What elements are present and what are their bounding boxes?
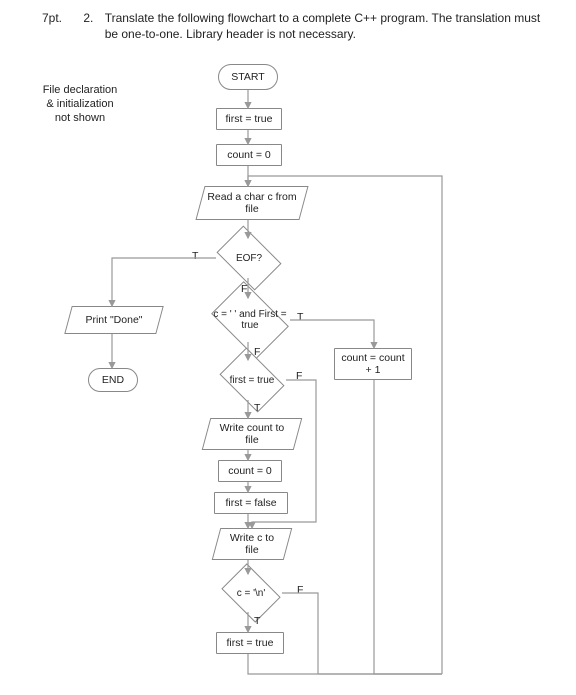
first-false-label: first = false [225, 497, 276, 509]
print-done-io: Print "Done" [68, 306, 160, 334]
first-true-decision: first = true [216, 358, 288, 402]
question-text: 7pt. 2. Translate the following flowchar… [42, 10, 546, 42]
eof-true-label: T [192, 250, 198, 262]
count-reset: count = 0 [218, 460, 282, 482]
read-char-io: Read a char c from file [200, 186, 304, 220]
write-c-io: Write c to file [216, 528, 288, 560]
print-done-label: Print "Done" [75, 314, 153, 326]
space-first-decision: c = ' ' and First = true [208, 296, 292, 344]
note-line2: & initialization [46, 98, 113, 110]
write-c-label: Write c to file [223, 532, 281, 556]
newline-decision: c = '\n' [218, 572, 284, 614]
first-true-set: first = true [216, 632, 284, 654]
write-count-io: Write count to file [206, 418, 298, 450]
end-terminator: END [88, 368, 138, 392]
question-body: Translate the following flowchart to a c… [105, 10, 545, 42]
count-inc-label: count = count + 1 [339, 352, 407, 376]
eof-false-label: F [241, 283, 247, 295]
count-zero-init-label: count = 0 [227, 149, 271, 161]
first-false: first = false [214, 492, 288, 514]
end-label: END [102, 374, 124, 386]
first-true-set-label: first = true [227, 637, 274, 649]
count-zero-init: count = 0 [216, 144, 282, 166]
start-terminator: START [218, 64, 278, 90]
note-line3: not shown [55, 112, 105, 124]
question-number: 2. [83, 10, 101, 26]
newline-true-label: T [254, 615, 260, 627]
first-true-dec-label: first = true [216, 358, 288, 402]
newline-label: c = '\n' [218, 572, 284, 614]
start-label: START [231, 71, 264, 83]
points-label: 7pt. [42, 10, 80, 26]
space-false-label: F [254, 346, 260, 358]
newline-false-label: F [297, 584, 303, 596]
note-line1: File declaration [43, 84, 118, 96]
first-true-init: first = true [216, 108, 282, 130]
eof-label: EOF? [214, 236, 284, 280]
space-true-label: T [297, 311, 303, 323]
read-char-label: Read a char c from file [207, 191, 297, 215]
first-true-init-label: first = true [226, 113, 273, 125]
count-reset-label: count = 0 [228, 465, 272, 477]
first-false-label-edge: F [296, 370, 302, 382]
first-true-label-edge: T [254, 402, 260, 414]
count-inc: count = count + 1 [334, 348, 412, 380]
eof-decision: EOF? [214, 236, 284, 280]
file-declaration-note: File declaration & initialization not sh… [30, 84, 130, 125]
space-first-label: c = ' ' and First = true [208, 296, 292, 344]
write-count-label: Write count to file [213, 422, 291, 446]
